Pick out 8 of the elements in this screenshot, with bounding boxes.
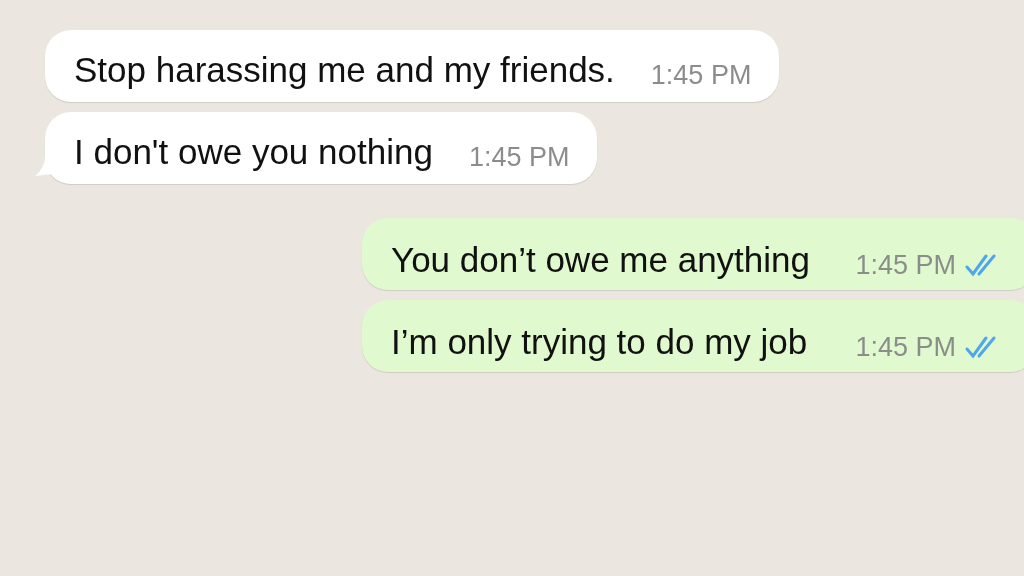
message-text: You don’t owe me anything <box>391 239 810 281</box>
message-text: I don't owe you nothing <box>74 131 433 173</box>
message-text: I’m only trying to do my job <box>391 321 808 363</box>
message-time: 1:45 PM <box>650 59 752 92</box>
message-time: 1:45 PM <box>855 331 956 364</box>
message-text: Stop harassing me and my friends. <box>74 49 615 91</box>
message-time: 1:45 PM <box>855 249 956 282</box>
message-time: 1:45 PM <box>468 141 570 174</box>
